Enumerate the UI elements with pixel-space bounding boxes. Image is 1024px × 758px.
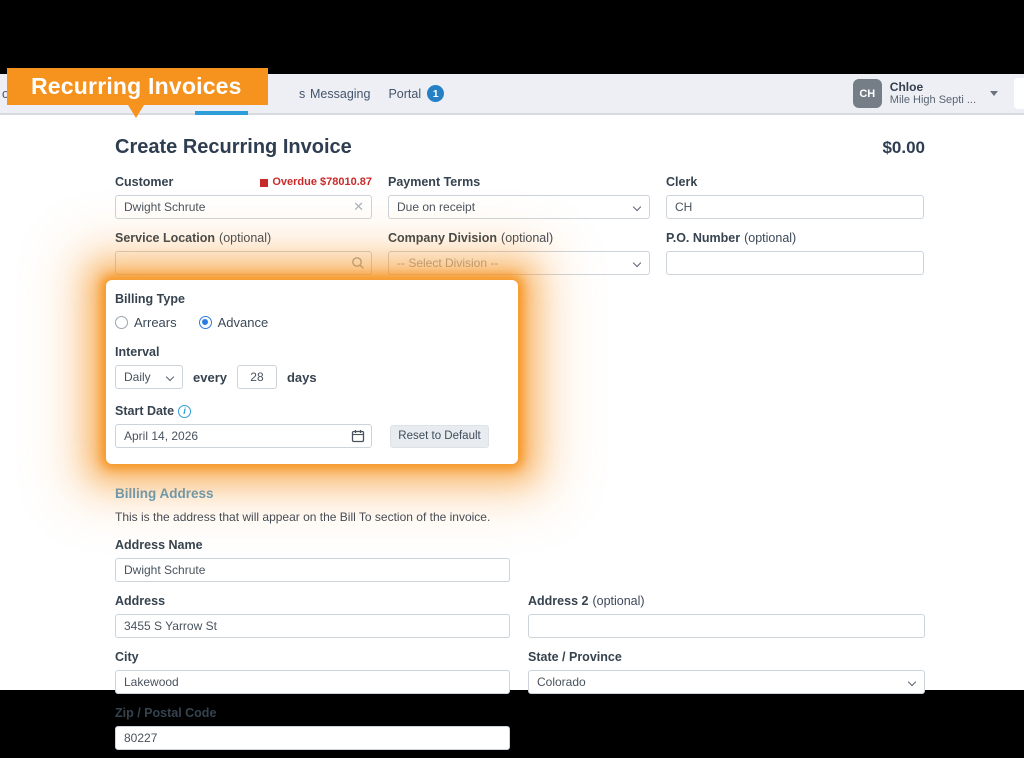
user-menu[interactable]: CH Chloe Mile High Septi ... xyxy=(853,79,998,108)
chevron-down-icon xyxy=(633,203,641,211)
radio-advance-label: Advance xyxy=(218,315,269,330)
start-date-label: Start Date xyxy=(115,404,174,419)
radio-arrears[interactable]: Arrears xyxy=(115,315,177,330)
overdue-badge: Overdue $78010.87 xyxy=(260,175,372,190)
address-name-field-group: Address Name xyxy=(115,538,510,582)
chevron-down-icon xyxy=(633,259,641,267)
nav-item-portal-label: Portal xyxy=(388,87,421,101)
clerk-field-group: Clerk xyxy=(666,175,924,219)
company-division-field-group: Company Division (optional) -- Select Di… xyxy=(388,231,650,275)
every-label: every xyxy=(193,370,227,385)
calendar-icon[interactable] xyxy=(351,429,365,443)
payment-terms-select[interactable]: Due on receipt xyxy=(388,195,650,219)
main-page: Create Recurring Invoice $0.00 Customer … xyxy=(0,115,1024,690)
user-organization: Mile High Septi ... xyxy=(890,94,976,107)
billing-settings-highlight-box: Billing Type Arrears Advance Interval Da… xyxy=(106,280,518,464)
start-date-input[interactable] xyxy=(115,424,372,448)
nav-item-portal[interactable]: Portal 1 xyxy=(388,85,444,102)
address2-field-group: Address 2 (optional) xyxy=(528,594,925,638)
page-title: Create Recurring Invoice xyxy=(115,136,352,159)
company-division-label: Company Division xyxy=(388,231,497,246)
radio-unchecked-icon xyxy=(115,316,128,329)
service-location-label: Service Location xyxy=(115,231,215,246)
optional-tag: (optional) xyxy=(219,231,271,246)
customer-label: Customer xyxy=(115,175,173,190)
nav-items: Messaging Portal 1 xyxy=(310,74,444,113)
radio-checked-icon xyxy=(199,316,212,329)
city-input[interactable] xyxy=(115,670,510,694)
customer-field-group: Customer Overdue $78010.87 ✕ xyxy=(115,175,372,219)
chevron-down-icon xyxy=(990,91,998,96)
zip-field-group: Zip / Postal Code xyxy=(115,706,510,750)
state-value: Colorado xyxy=(537,675,586,689)
optional-tag: (optional) xyxy=(501,231,553,246)
reset-to-default-button[interactable]: Reset to Default xyxy=(390,425,489,448)
company-division-value: -- Select Division -- xyxy=(397,256,498,270)
avatar: CH xyxy=(853,79,882,108)
user-name: Chloe xyxy=(890,80,976,94)
address-input[interactable] xyxy=(115,614,510,638)
radio-advance[interactable]: Advance xyxy=(199,315,269,330)
chevron-down-icon xyxy=(908,678,916,686)
clerk-input[interactable] xyxy=(666,195,924,219)
interval-label: Interval xyxy=(115,345,159,360)
billing-type-label: Billing Type xyxy=(115,292,185,307)
state-label: State / Province xyxy=(528,650,622,665)
search-icon xyxy=(351,256,365,270)
billing-address-description: This is the address that will appear on … xyxy=(115,510,925,524)
callout-label: Recurring Invoices xyxy=(31,73,242,100)
chevron-down-icon xyxy=(166,373,174,381)
payment-terms-field-group: Payment Terms Due on receipt xyxy=(388,175,650,219)
company-division-select[interactable]: -- Select Division -- xyxy=(388,251,650,275)
info-icon[interactable]: i xyxy=(178,405,191,418)
service-location-input[interactable] xyxy=(115,251,372,275)
state-select[interactable]: Colorado xyxy=(528,670,925,694)
address-label: Address xyxy=(115,594,165,609)
clear-icon[interactable]: ✕ xyxy=(353,199,364,215)
payment-terms-label: Payment Terms xyxy=(388,175,480,190)
recurring-invoices-callout: Recurring Invoices xyxy=(7,68,268,105)
interval-unit-select[interactable]: Daily xyxy=(115,365,183,389)
address-name-input[interactable] xyxy=(115,558,510,582)
optional-tag: (optional) xyxy=(592,594,644,609)
days-label: days xyxy=(287,370,317,385)
interval-unit-value: Daily xyxy=(124,370,151,384)
interval-count-input[interactable] xyxy=(237,365,277,389)
customer-input[interactable] xyxy=(115,195,372,219)
address-field-group: Address xyxy=(115,594,510,638)
zip-input[interactable] xyxy=(115,726,510,750)
overdue-square-icon xyxy=(260,179,268,187)
radio-arrears-label: Arrears xyxy=(134,315,177,330)
po-number-label: P.O. Number xyxy=(666,231,740,246)
portal-count-badge: 1 xyxy=(427,85,444,102)
address2-label: Address 2 xyxy=(528,594,588,609)
nav-item-clipped-mid[interactable]: s xyxy=(299,87,305,101)
user-text: Chloe Mile High Septi ... xyxy=(890,80,976,107)
invoice-total: $0.00 xyxy=(882,138,925,158)
address-name-label: Address Name xyxy=(115,538,203,553)
city-label: City xyxy=(115,650,139,665)
nav-item-messaging[interactable]: Messaging xyxy=(310,87,370,101)
cropped-edge-button[interactable] xyxy=(1014,78,1024,109)
po-number-input[interactable] xyxy=(666,251,924,275)
overdue-amount: Overdue $78010.87 xyxy=(272,175,372,190)
optional-tag: (optional) xyxy=(744,231,796,246)
billing-address-heading: Billing Address xyxy=(115,486,925,501)
payment-terms-value: Due on receipt xyxy=(397,200,475,214)
zip-label: Zip / Postal Code xyxy=(115,706,216,721)
state-field-group: State / Province Colorado xyxy=(528,650,925,694)
clerk-label: Clerk xyxy=(666,175,697,190)
address2-input[interactable] xyxy=(528,614,925,638)
service-location-field-group: Service Location (optional) xyxy=(115,231,372,275)
city-field-group: City xyxy=(115,650,510,694)
po-number-field-group: P.O. Number (optional) xyxy=(666,231,924,275)
